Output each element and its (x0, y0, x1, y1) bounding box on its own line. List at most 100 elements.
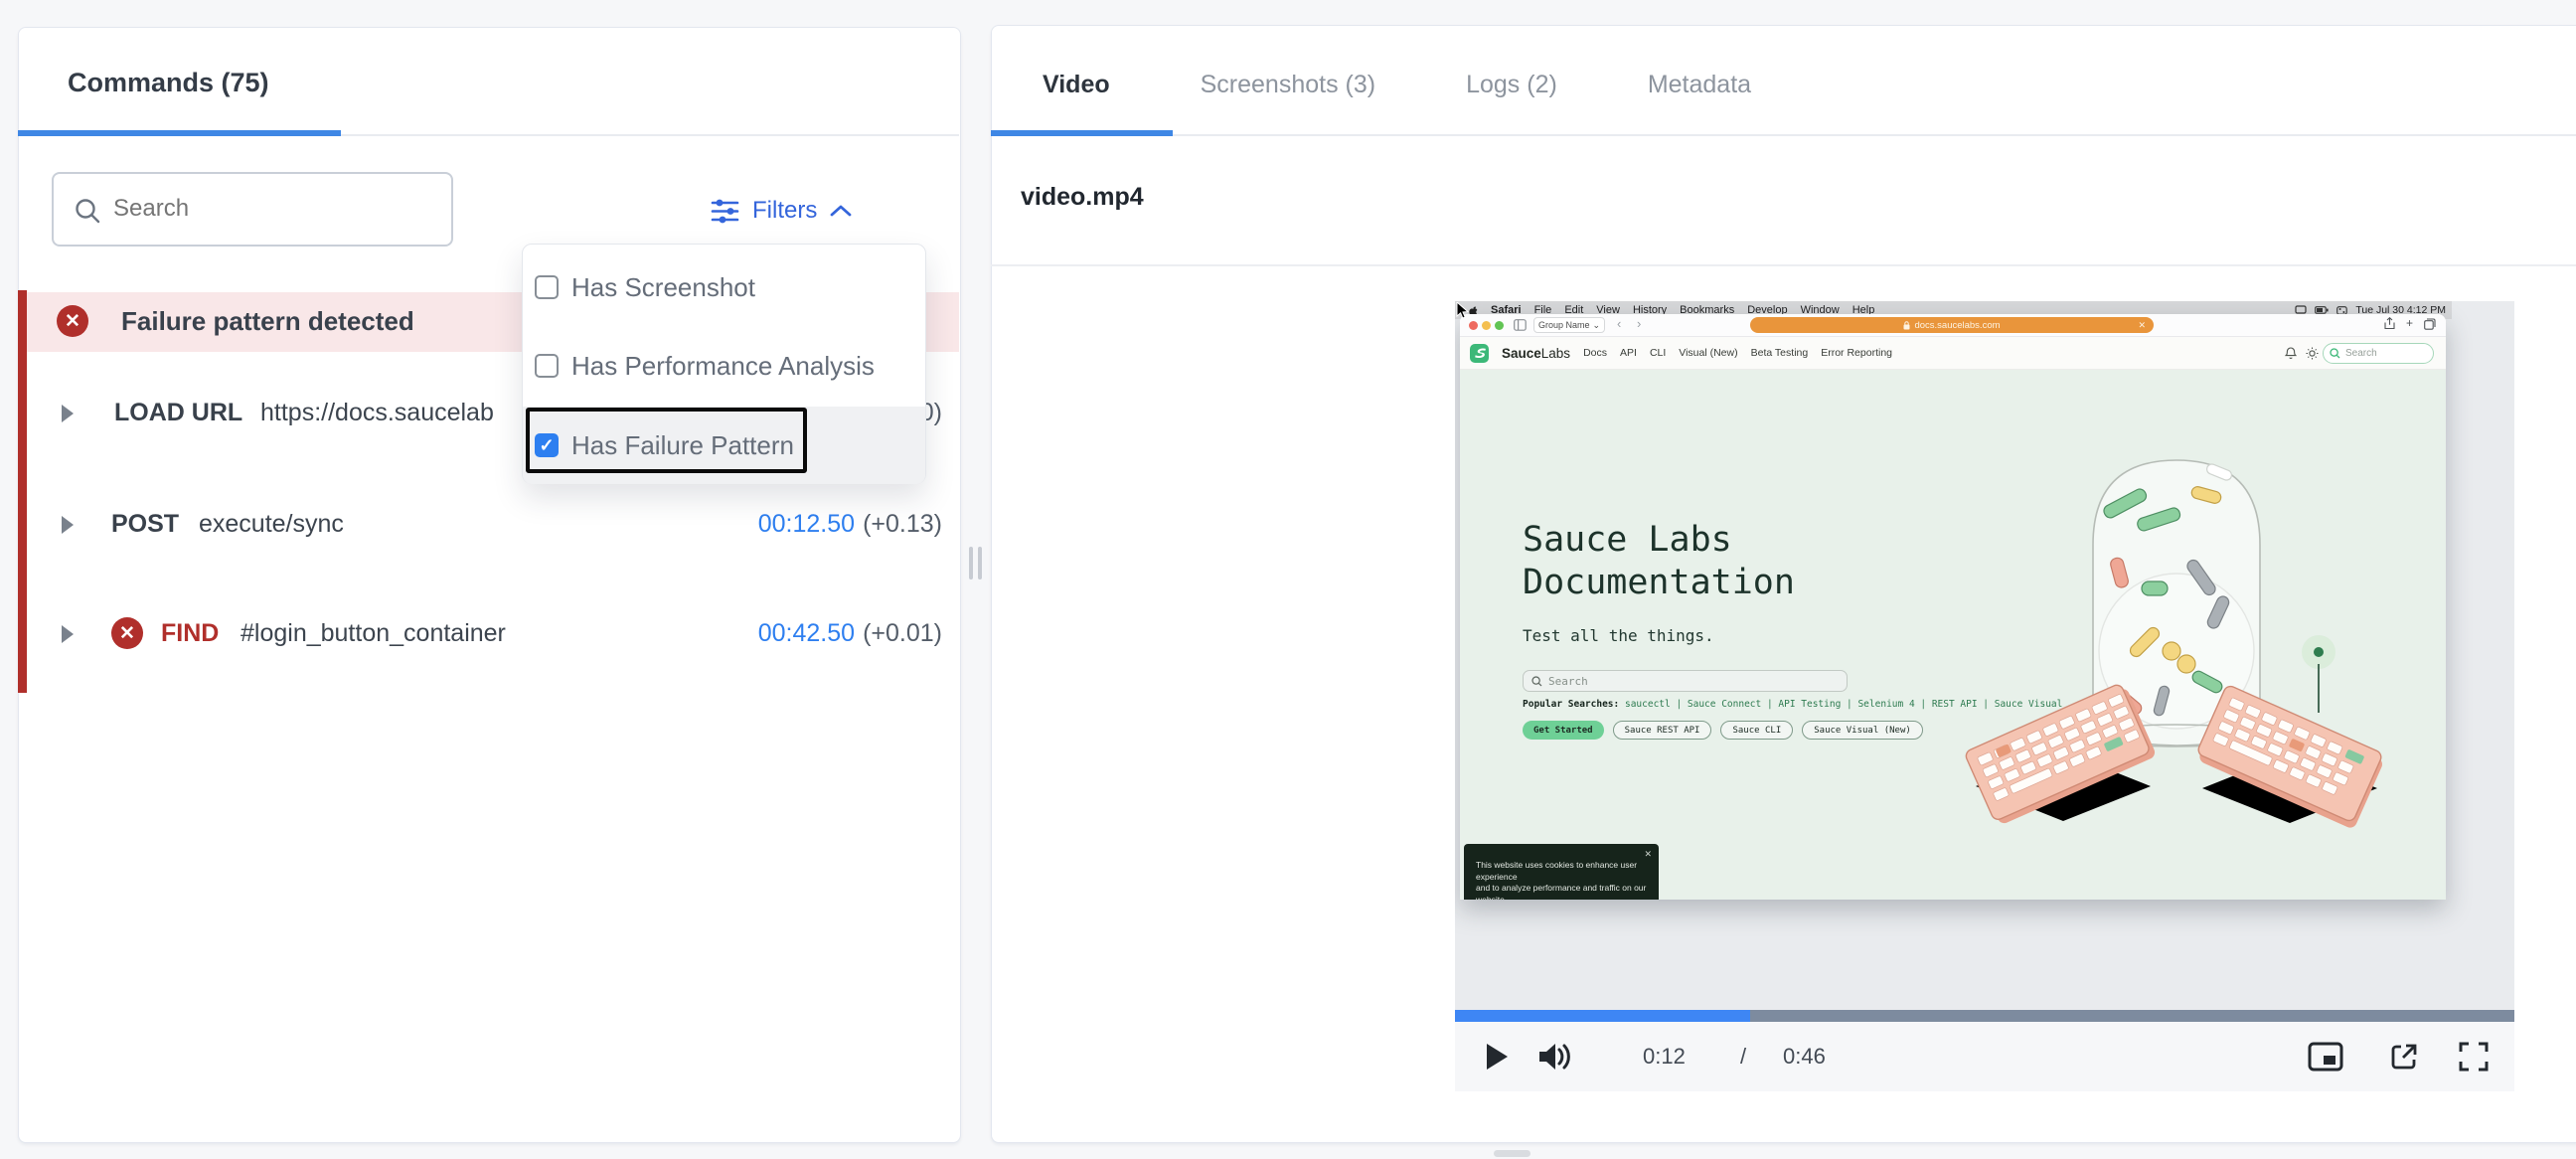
video-file-title: video.mp4 (1021, 183, 1144, 211)
app-root: Commands (75) Filters ✕ Failure (0, 0, 2576, 1159)
command-search-box (52, 172, 453, 247)
expand-caret-icon[interactable] (62, 516, 74, 534)
horizontal-scrollbar[interactable] (1494, 1150, 1530, 1157)
command-value: #login_button_container (241, 619, 506, 647)
traffic-light-minimize (1482, 321, 1491, 330)
error-icon: ✕ (111, 617, 143, 649)
fullscreen-button[interactable] (2459, 1042, 2489, 1072)
expand-caret-icon[interactable] (62, 625, 74, 643)
address-bar: docs.saucelabs.com ✕ (1750, 317, 2154, 333)
new-tab-icon: + (2405, 316, 2413, 330)
cookie-banner: ✕ This website uses cookies to enhance u… (1464, 844, 1659, 900)
hero-search-box: Search (1523, 670, 1848, 692)
error-icon: ✕ (57, 305, 88, 337)
asset-tabs: Video Screenshots (3) Logs (2) Metadata (1043, 70, 1751, 99)
filters-label: Filters (752, 197, 818, 224)
hero-title: Sauce Labs Documentation (1523, 520, 1795, 602)
tab-screenshots[interactable]: Screenshots (3) (1201, 70, 1375, 99)
stop-loading-icon: ✕ (2138, 319, 2146, 330)
sauce-rest-api-button: Sauce REST API (1612, 721, 1712, 740)
site-nav-docs: Docs (1583, 347, 1607, 359)
get-started-button: Get Started (1523, 721, 1604, 740)
filter-option-has-failure-pattern[interactable]: Has Failure Pattern (523, 407, 925, 484)
safari-window: Group Name ⌄ ‹ › docs.saucelabs.com ✕ + … (1460, 314, 2446, 900)
site-nav-cli: CLI (1649, 347, 1667, 359)
video-frame[interactable]: Safari File Edit View History Bookmarks … (1455, 301, 2514, 1010)
cookie-close-icon: ✕ (1644, 849, 1652, 859)
filters-dropdown: Has Screenshot Has Performance Analysis … (522, 244, 926, 484)
share-icon (2384, 317, 2395, 330)
asset-tabbar-divider (991, 134, 2576, 136)
tab-commands[interactable]: Commands (75) (68, 68, 269, 98)
command-method: FIND (161, 619, 220, 647)
brightness-icon (2306, 347, 2319, 360)
open-in-new-button[interactable] (2390, 1043, 2418, 1071)
bell-icon (2285, 347, 2297, 360)
hero-subtitle: Test all the things. (1523, 626, 1714, 645)
sauce-cli-button: Sauce CLI (1720, 721, 1794, 740)
volume-button[interactable] (1538, 1042, 1574, 1072)
command-value: execute/sync (199, 510, 344, 538)
commands-tab-underline (18, 130, 341, 136)
filter-option-label: Has Screenshot (571, 272, 755, 302)
site-brand: SauceLabs (1502, 345, 1571, 361)
tab-group-selector: Group Name ⌄ (1533, 317, 1605, 333)
search-icon (74, 197, 101, 225)
site-nav-api: API (1620, 347, 1637, 359)
command-value: https://docs.saucelab (260, 399, 494, 426)
checkbox-checked[interactable] (535, 433, 559, 457)
mouse-cursor (1456, 302, 1469, 319)
hero-illustration (1965, 459, 2382, 828)
sauce-visual-button: Sauce Visual (New) (1802, 721, 1923, 740)
battery-icon (2315, 306, 2329, 314)
video-tab-underline (991, 130, 1173, 136)
filter-option-label: Has Failure Pattern (571, 430, 794, 460)
sidebar-icon (1514, 319, 1527, 331)
command-timestamp: 00:12.50 (757, 510, 856, 538)
banner-text: Failure pattern detected (121, 306, 414, 336)
tab-logs[interactable]: Logs (2) (1466, 70, 1557, 99)
site-navbar: SauceLabs Docs API CLI Visual (New) Beta… (1460, 337, 2446, 370)
checkbox-unchecked[interactable] (535, 354, 559, 378)
command-method: LOAD URL (114, 399, 243, 426)
play-button[interactable] (1485, 1043, 1509, 1071)
title-divider (991, 264, 2576, 266)
video-current-time: 0:12 (1643, 1044, 1686, 1069)
filter-option-has-screenshot[interactable]: Has Screenshot (523, 261, 925, 313)
safari-toolbar: Group Name ⌄ ‹ › docs.saucelabs.com ✕ + (1460, 314, 2446, 337)
site-search-box: Search (2323, 343, 2434, 364)
site-nav-beta: Beta Testing (1750, 347, 1809, 359)
tab-metadata[interactable]: Metadata (1648, 70, 1751, 99)
forward-icon: › (1637, 316, 1642, 331)
video-progress-bar[interactable] (1455, 1010, 2514, 1022)
address-url: docs.saucelabs.com (1914, 319, 2001, 331)
command-delta: (+0.01) (863, 619, 942, 647)
expand-caret-icon[interactable] (62, 405, 74, 422)
filter-option-has-performance-analysis[interactable]: Has Performance Analysis (523, 340, 925, 392)
back-icon: ‹ (1617, 316, 1622, 331)
video-progress-fill (1455, 1010, 1751, 1022)
site-nav-error-reporting: Error Reporting (1821, 347, 1892, 359)
command-method: POST (111, 510, 180, 538)
filters-button[interactable]: Filters (710, 191, 853, 231)
failure-group-bar (18, 290, 27, 693)
checkbox-unchecked[interactable] (535, 275, 559, 299)
cookie-text: This website uses cookies to enhance use… (1476, 860, 1647, 900)
filters-icon (710, 196, 740, 227)
command-search-input[interactable] (111, 178, 443, 240)
tab-overview-icon (2424, 317, 2436, 330)
tab-video[interactable]: Video (1043, 70, 1110, 99)
traffic-light-close (1469, 321, 1478, 330)
time-separator: / (1740, 1044, 1747, 1069)
lock-icon (1903, 320, 1910, 330)
video-controls: 0:12 / 0:46 (1455, 1022, 2514, 1091)
site-hero: Sauce Labs Documentation Test all the th… (1460, 370, 2446, 900)
command-delta: (+0.13) (863, 510, 942, 538)
panel-resize-handle[interactable] (969, 547, 986, 580)
hero-buttons: Get Started Sauce REST API Sauce CLI Sau… (1523, 721, 1923, 740)
site-nav-visual: Visual (New) (1679, 347, 1738, 359)
picture-in-picture-button[interactable] (2308, 1042, 2343, 1072)
chevron-up-icon (829, 203, 853, 219)
traffic-light-zoom (1495, 321, 1504, 330)
filter-option-label: Has Performance Analysis (571, 351, 875, 381)
